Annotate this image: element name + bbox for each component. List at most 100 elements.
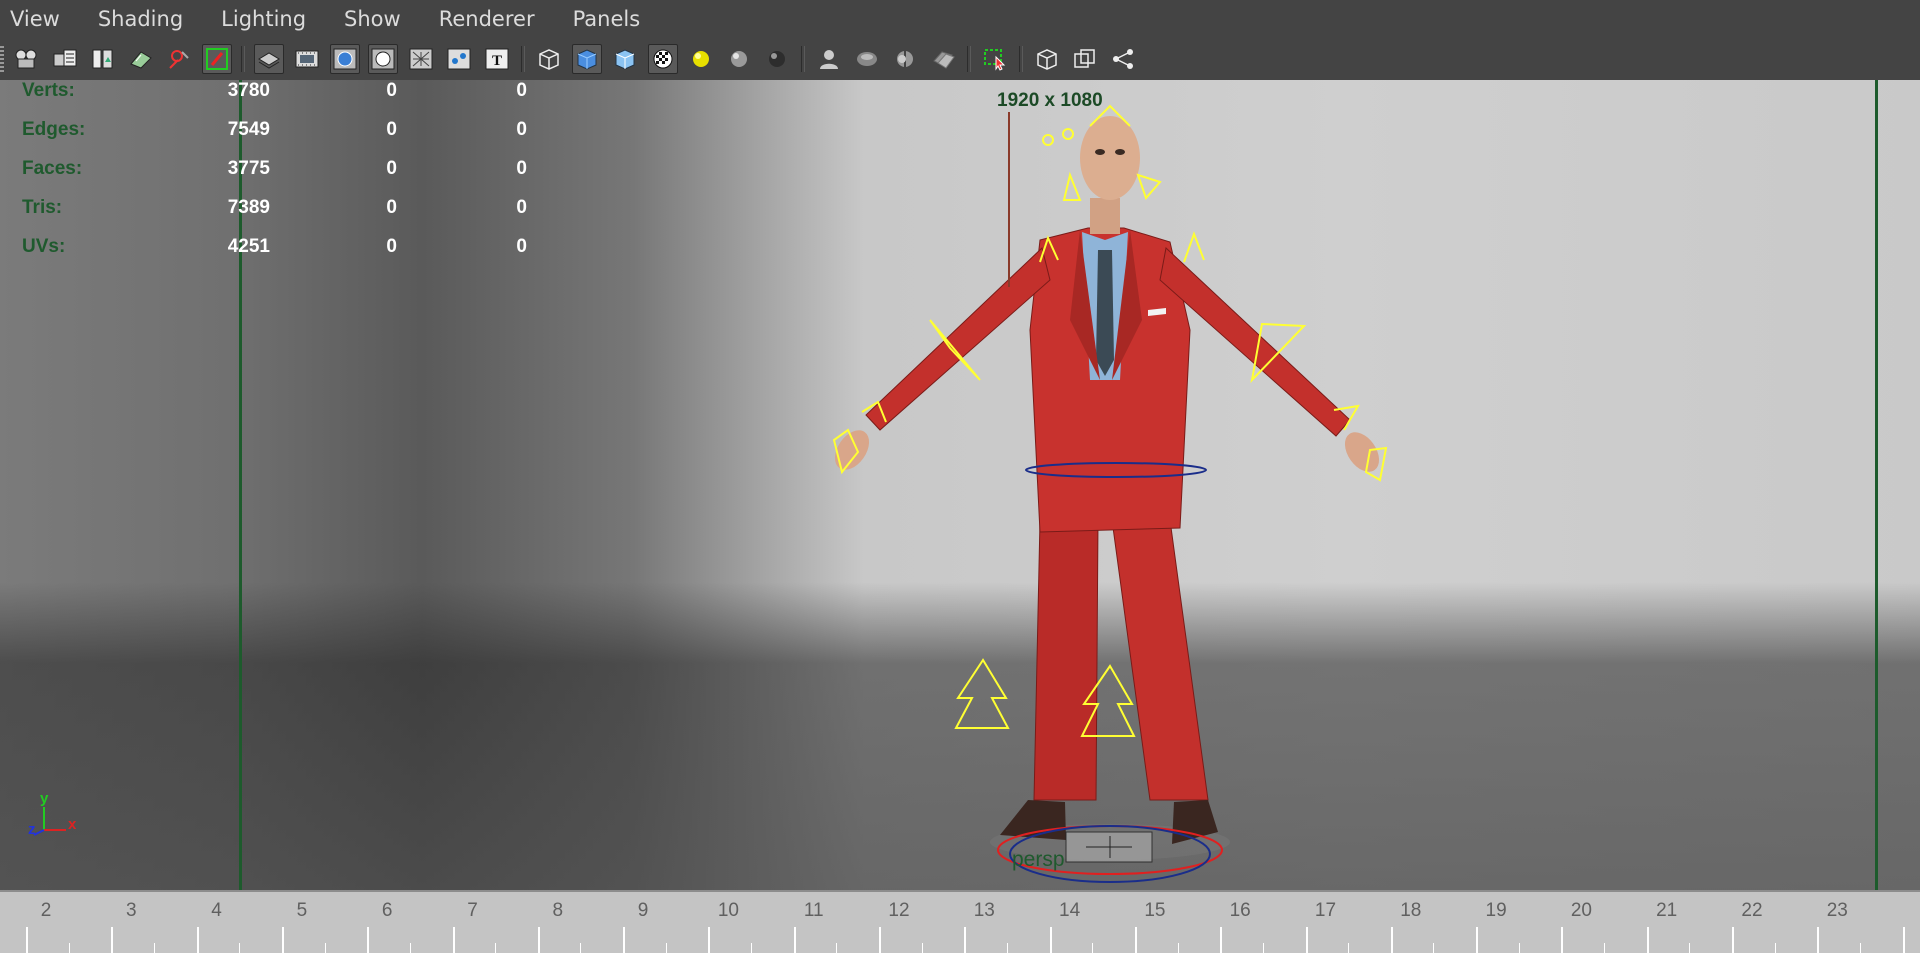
svg-text:T: T: [492, 53, 502, 69]
frame-tick-major: [623, 927, 626, 953]
anti-aliasing-icon[interactable]: [928, 44, 958, 74]
menu-show[interactable]: Show: [334, 7, 415, 31]
default-light-icon[interactable]: [724, 44, 754, 74]
frame-tick-minor: [836, 943, 838, 953]
axis-z-label: z: [28, 821, 36, 838]
frame-tick-major: [26, 927, 28, 953]
hud-value: 3780: [227, 80, 270, 101]
field-chart-icon[interactable]: [1070, 44, 1100, 74]
frame-tick-major: [452, 927, 455, 953]
frame-label: 2: [40, 900, 52, 921]
frame-label: 16: [1229, 900, 1251, 921]
hud-value: 0: [386, 236, 397, 257]
menu-panels[interactable]: Panels: [563, 7, 655, 31]
hud-value: 0: [516, 197, 527, 218]
toolbar-separator: [967, 46, 971, 72]
frame-tick-minor: [68, 943, 70, 953]
frame-label: 23: [1826, 900, 1848, 921]
screen-space-ambient-occlusion-icon[interactable]: [852, 44, 882, 74]
frame-tick-major: [708, 927, 711, 953]
xray-joints-icon[interactable]: [444, 44, 474, 74]
shadows-icon[interactable]: [762, 44, 792, 74]
frame-tick-major: [1817, 927, 1820, 953]
frame-label: 21: [1656, 900, 1678, 921]
camera-attributes-icon[interactable]: [12, 44, 42, 74]
frame-tick-major: [1390, 927, 1393, 953]
frame-tick-major: [964, 927, 967, 953]
2d-pan-zoom-icon[interactable]: [126, 44, 156, 74]
texture-icon[interactable]: T: [482, 44, 512, 74]
frame-tick-major: [1476, 927, 1479, 953]
menu-lighting[interactable]: Lighting: [211, 7, 320, 31]
frame-tick-minor: [153, 943, 155, 953]
shaded-icon[interactable]: [610, 44, 640, 74]
hud-value: 7389: [227, 197, 270, 218]
frame-label: 20: [1570, 900, 1592, 921]
frame-tick-minor: [1689, 943, 1691, 953]
frame-label: 14: [1059, 900, 1081, 921]
hud-label: Verts:: [22, 80, 75, 101]
axis-y-label: y: [40, 790, 49, 807]
menu-renderer[interactable]: Renderer: [429, 7, 549, 31]
use-all-lights-icon[interactable]: [686, 44, 716, 74]
toolbar-grip[interactable]: [0, 46, 4, 72]
frame-label: 15: [1144, 900, 1166, 921]
frame-tick-major: [281, 927, 284, 953]
frame-tick-minor: [1348, 943, 1350, 953]
frame-tick-major: [196, 927, 199, 953]
frame-tick-major: [111, 927, 114, 953]
menu-view[interactable]: View: [0, 7, 74, 31]
hud-value: 0: [386, 158, 397, 179]
frame-tick-minor: [580, 943, 582, 953]
toolbar-separator: [241, 46, 245, 72]
flat-shade-icon[interactable]: [368, 44, 398, 74]
frame-tick-minor: [1092, 943, 1094, 953]
axis-x-label: x: [68, 816, 77, 833]
frame-tick-major: [537, 927, 540, 953]
image-plane-icon[interactable]: [88, 44, 118, 74]
textured-icon[interactable]: [648, 44, 678, 74]
resolution-marker-line: [1008, 112, 1010, 287]
frame-tick-minor: [1604, 943, 1606, 953]
hud-value: 0: [516, 80, 527, 101]
frame-tick-major: [1305, 927, 1308, 953]
wireframe-on-shaded-icon[interactable]: [254, 44, 284, 74]
smooth-shade-icon[interactable]: [330, 44, 360, 74]
frame-label: 18: [1400, 900, 1422, 921]
hud-label: Tris:: [22, 197, 63, 218]
safe-action-icon[interactable]: [1108, 44, 1138, 74]
toolbar-separator: [801, 46, 805, 72]
frame-tick-major: [879, 927, 881, 953]
bookmarks-icon[interactable]: [50, 44, 80, 74]
perspective-viewport[interactable]: 1920 x 1080 Verts: 3780 0 0 Edges: 7549 …: [0, 80, 1920, 890]
frame-tick-minor: [921, 943, 923, 953]
time-slider[interactable]: 2 3 4 5 6 7 8 9 10 11 12 13 14 15 16 17 18 19 20 21 22 23: [0, 890, 1920, 953]
film-gate-icon[interactable]: [292, 44, 322, 74]
resolution-gate-icon[interactable]: [202, 44, 232, 74]
hud-value: 0: [516, 236, 527, 257]
frame-tick-major: [1049, 927, 1052, 953]
frame-tick-minor: [239, 943, 241, 953]
frame-tick-minor: [1774, 943, 1776, 953]
toolbar-separator: [521, 46, 525, 72]
frame-tick-minor: [751, 943, 753, 953]
frame-label: 11: [803, 900, 824, 921]
frame-label: 13: [973, 900, 995, 921]
frame-label: 7: [467, 900, 478, 921]
gate-mask-icon[interactable]: [1032, 44, 1062, 74]
hud-label: Edges:: [22, 119, 86, 140]
select-camera-icon[interactable]: [980, 44, 1010, 74]
hud-value: 0: [516, 158, 527, 179]
frame-label: 9: [637, 900, 649, 921]
menu-shading[interactable]: Shading: [88, 7, 197, 31]
motion-blur-icon[interactable]: [890, 44, 920, 74]
xray-icon[interactable]: [406, 44, 436, 74]
bounding-box-icon[interactable]: [534, 44, 564, 74]
menu-bar: View Shading Lighting Show Renderer Pane…: [0, 0, 1920, 38]
frame-tick-minor: [324, 943, 326, 953]
wireframe-icon[interactable]: [572, 44, 602, 74]
isolate-select-icon[interactable]: [814, 44, 844, 74]
grease-pencil-icon[interactable]: [164, 44, 194, 74]
character-model[interactable]: [0, 80, 1920, 890]
frame-tick-major: [1732, 927, 1734, 953]
